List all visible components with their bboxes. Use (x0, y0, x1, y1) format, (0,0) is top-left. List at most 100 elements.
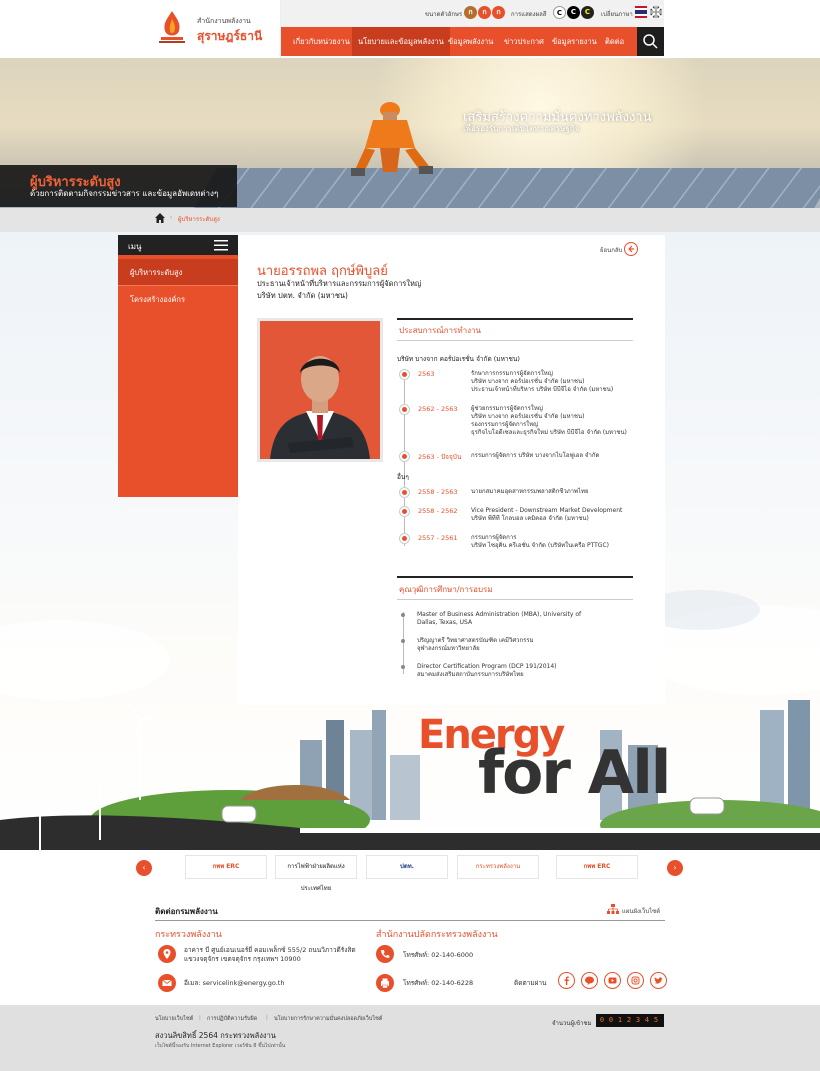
experience-group-company: บริษัท บางจาก คอร์ปอเรชั่น จำกัด (มหาชน) (397, 355, 520, 363)
person-photo (257, 318, 383, 462)
youtube-icon[interactable] (604, 972, 621, 989)
education-bullet (401, 613, 405, 617)
breadcrumb-current: ผู้บริหารระดับสูง (178, 216, 220, 223)
education-bullet (401, 639, 405, 643)
education-item: Director Certification Program (DCP 191/… (417, 663, 557, 678)
partner-logo[interactable]: กพพ ERC (556, 855, 638, 879)
timeline-year: 2557 - 2561 (418, 534, 458, 542)
timeline-desc: นายกสมาคมอุตสาหกรรมพลาสติกชีวภาพไทย (471, 488, 589, 495)
timeline-year: 2563 - ปัจจุบัน (418, 453, 462, 461)
sitemap-link[interactable]: แผนผังเว็บไซต์ (622, 906, 660, 916)
sidebar-item-executives-label[interactable]: ผู้บริหารระดับสูง (130, 267, 182, 279)
logo-line2: สุราษฎร์ธานี (197, 29, 263, 43)
instagram-icon[interactable] (627, 972, 644, 989)
timeline-year: 2562 - 2563 (418, 405, 458, 413)
hero-subtagline: เพื่อรองรับการเติบโตทางเศรษฐกิจ (463, 124, 580, 133)
sitemap-icon[interactable] (607, 904, 619, 915)
line-icon[interactable] (581, 972, 598, 989)
nav-contact[interactable]: ติดต่อ (599, 27, 630, 56)
footer-link-policy[interactable]: นโยบายเว็บไซต์ (155, 1015, 193, 1023)
thai-flag-icon[interactable] (635, 6, 647, 18)
fax-icon (376, 974, 394, 992)
experience-title: ประสบการณ์การทำงาน (399, 326, 481, 335)
sidebar-item-structure[interactable]: โครงสร้างองค์กร (130, 294, 185, 306)
counter-digit: 0 (599, 1016, 605, 1024)
counter-digit: 1 (617, 1016, 623, 1024)
education-item: Master of Business Administration (MBA),… (417, 611, 582, 626)
timeline-dot (400, 452, 409, 461)
breadcrumb (0, 208, 820, 232)
timeline-desc: ผู้ช่วยกรรมการผู้จัดการใหญ่ บริษัท บางจา… (471, 405, 627, 436)
contrast-yellow-button[interactable]: C (581, 6, 594, 19)
follow-label: ติดตามผ่าน (514, 979, 547, 987)
partners-next-button[interactable]: › (667, 860, 683, 876)
search-button[interactable] (637, 27, 664, 56)
timeline-dot (400, 534, 409, 543)
font-size-medium-button[interactable]: ก (478, 6, 491, 19)
copyright: สงวนลิขสิทธิ์ 2564 กระทรวงพลังงาน (155, 1031, 276, 1040)
timeline-desc: Vice President - Downstream Market Devel… (471, 507, 623, 522)
contact-phone: โทรศัพท์: 02-140-6000 (403, 951, 474, 959)
timeline-dot (400, 488, 409, 497)
profile-card (238, 235, 665, 705)
education-title: คุณวุฒิการศึกษา/การอบรม (399, 585, 493, 594)
sidebar-menu (118, 255, 238, 497)
timeline-year: 2563 (418, 370, 435, 378)
partner-logo[interactable]: กพพ ERC (185, 855, 267, 879)
contact-title: ติดต่อกรมพลังงาน (155, 907, 218, 916)
phone-icon (376, 945, 394, 963)
education-bullet (401, 665, 405, 669)
contrast-label: การแสดงผลสี (511, 11, 547, 18)
logo-line1: สำนักงานพลังงาน (197, 17, 251, 25)
ministry-emblem-icon (159, 11, 185, 43)
counter-digit: 3 (635, 1016, 641, 1024)
counter-digit: 5 (653, 1016, 659, 1024)
facebook-icon[interactable] (558, 972, 575, 989)
education-item: ปริญญาตรี วิทยาศาสตรบัณฑิต เคมีวิศวกรรม … (417, 637, 534, 652)
back-button[interactable] (624, 242, 638, 256)
browser-note: เว็บไซต์นี้รองรับ Internet Explorer เวอร… (155, 1043, 286, 1049)
contrast-dark-button[interactable]: C (567, 6, 580, 19)
timeline-dot (400, 405, 409, 414)
nav-policy[interactable]: นโยบายและข้อมูลพลังงาน (352, 27, 450, 56)
email-icon (158, 974, 176, 992)
site-footer (0, 1005, 820, 1071)
nav-energy-data[interactable]: ข้อมูลพลังงาน (442, 27, 499, 56)
contact-office-head: สำนักงานปลัดกระทรวงพลังงาน (376, 930, 498, 940)
timeline-desc: รักษาการกรรมการผู้จัดการใหญ่ บริษัท บางจ… (471, 370, 614, 393)
contact-email[interactable]: อีเมล: servicelink@energy.go.th (184, 979, 284, 988)
visitor-counter-label: จำนวนผู้เข้าชม (552, 1020, 592, 1027)
timeline-year: 2558 - 2562 (418, 507, 458, 515)
back-label[interactable]: ย้อนกลับ (600, 245, 622, 255)
home-icon[interactable] (155, 213, 165, 223)
site-logo[interactable]: สำนักงานพลังงาน สุราษฎร์ธานี (145, 0, 281, 58)
contrast-normal-button[interactable]: C (553, 6, 566, 19)
counter-digit: 2 (626, 1016, 632, 1024)
timeline-desc: กรรมการผู้จัดการ บริษัท บางจากไบโอฟูเอล … (471, 452, 600, 459)
timeline-dot (400, 507, 409, 516)
solar-panels (182, 168, 820, 208)
page-subtitle: ด้วยการติดตามกิจกรรมข่าวสาร และข้อมูลอัพ… (30, 189, 219, 198)
font-size-small-button[interactable]: ก (464, 6, 477, 19)
partners-prev-button[interactable]: ‹ (136, 860, 152, 876)
timeline-desc: กรรมการผู้จัดการ บริษัท ไซอุคิน ครีเอชั่… (471, 534, 609, 549)
arrow-left-icon (628, 245, 634, 253)
experience-group-other: อื่นๆ (397, 473, 409, 481)
timeline-year: 2558 - 2563 (418, 488, 458, 496)
banner-word-forall: for All (478, 738, 671, 808)
uk-flag-icon[interactable] (650, 6, 662, 18)
nav-about[interactable]: เกี่ยวกับหน่วยงาน (287, 27, 356, 56)
partner-logo[interactable]: ปตท. (366, 855, 448, 879)
footer-link-security[interactable]: นโยบายการรักษาความมั่นคงปลอดภัยเว็บไซต์ (274, 1015, 382, 1023)
footer-link-compliance[interactable]: การปฏิบัติความรับผิด (207, 1015, 257, 1023)
partner-logo[interactable]: กระทรวงพลังงาน (457, 855, 539, 879)
nav-news[interactable]: ข่าวประกาศ (498, 27, 550, 56)
person-position: ประธานเจ้าหน้าที่บริหารและกรรมการผู้จัดก… (257, 279, 422, 288)
partner-logo[interactable]: การไฟฟ้าฝ่ายผลิตแห่งประเทศไทย (275, 855, 357, 892)
hamburger-icon[interactable] (214, 240, 228, 251)
font-size-large-button[interactable]: ก (492, 6, 505, 19)
nav-reports[interactable]: ข้อมูลรายงาน (546, 27, 603, 56)
contact-fax: โทรศัพท์: 02-140-6228 (403, 979, 474, 987)
timeline-dot (400, 370, 409, 379)
twitter-icon[interactable] (650, 972, 667, 989)
